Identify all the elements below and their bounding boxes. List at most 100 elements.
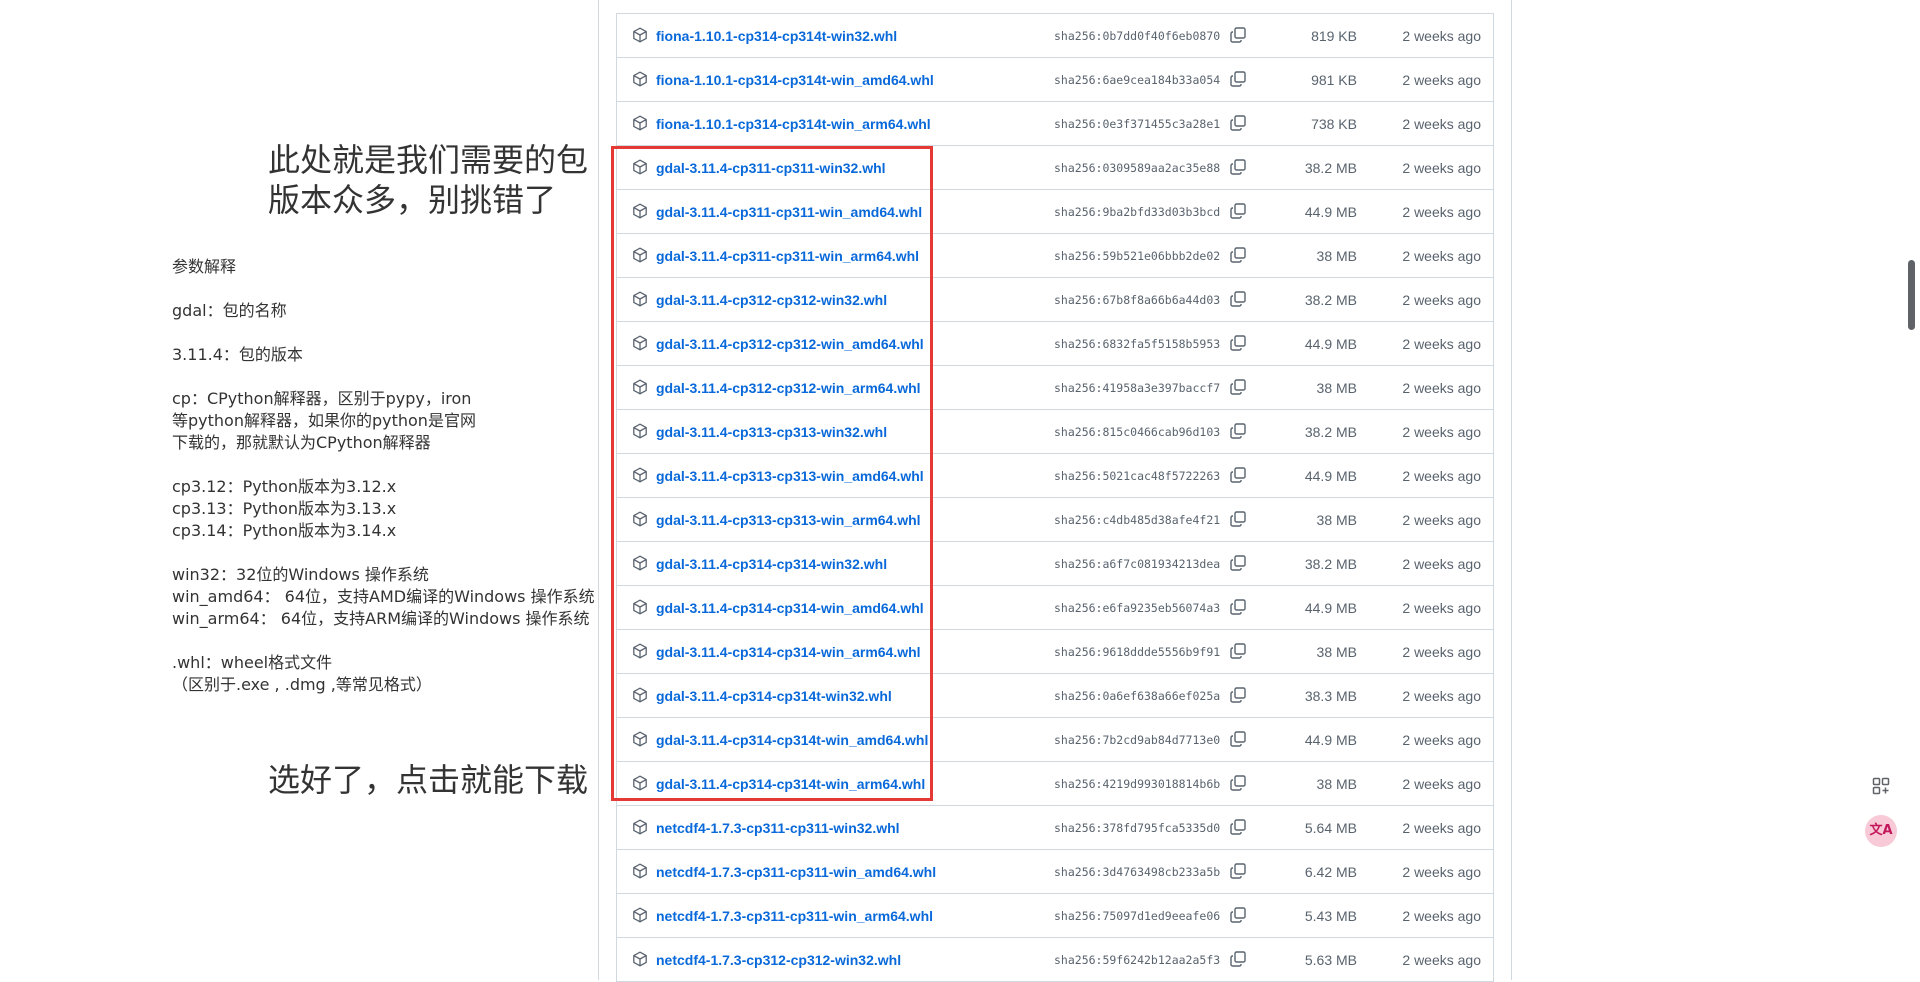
asset-date: 2 weeks ago xyxy=(1402,336,1481,352)
explanation-gap xyxy=(172,322,602,344)
asset-download-link[interactable]: gdal-3.11.4-cp312-cp312-win_amd64.whl xyxy=(656,335,924,353)
asset-size: 38.2 MB xyxy=(1304,424,1357,440)
asset-size: 6.42 MB xyxy=(1304,864,1357,880)
copy-icon[interactable] xyxy=(1229,466,1247,484)
asset-download-link[interactable]: gdal-3.11.4-cp313-cp313-win_arm64.whl xyxy=(656,511,921,529)
asset-download-link[interactable]: gdal-3.11.4-cp314-cp314t-win_arm64.whl xyxy=(656,775,925,793)
copy-icon[interactable] xyxy=(1229,906,1247,924)
asset-sha256: sha256:0309589aa2ac35e88 xyxy=(1054,161,1221,175)
explanation-line: gdal：包的名称 xyxy=(172,301,287,320)
asset-date: 2 weeks ago xyxy=(1402,72,1481,88)
asset-download-link[interactable]: fiona-1.10.1-cp314-cp314t-win_amd64.whl xyxy=(656,71,934,89)
copy-icon[interactable] xyxy=(1229,202,1247,220)
asset-size: 981 KB xyxy=(1311,72,1357,88)
asset-download-link[interactable]: gdal-3.11.4-cp313-cp313-win32.whl xyxy=(656,423,887,441)
asset-download-link[interactable]: netcdf4-1.7.3-cp311-cp311-win_amd64.whl xyxy=(656,863,936,881)
asset-row: netcdf4-1.7.3-cp312-cp312-win32.whl sha25… xyxy=(617,938,1493,982)
package-icon xyxy=(632,643,648,659)
annotation-heading: 此处就是我们需要的包 版本众多，别挑错了 xyxy=(268,140,588,220)
copy-icon[interactable] xyxy=(1229,378,1247,396)
copy-icon[interactable] xyxy=(1229,246,1247,264)
asset-sha256: sha256:4219d993018814b6b xyxy=(1054,777,1221,791)
asset-download-link[interactable]: gdal-3.11.4-cp313-cp313-win_amd64.whl xyxy=(656,467,924,485)
copy-icon[interactable] xyxy=(1229,730,1247,748)
copy-icon[interactable] xyxy=(1229,334,1247,352)
copy-icon[interactable] xyxy=(1229,70,1247,88)
copy-icon[interactable] xyxy=(1229,862,1247,880)
copy-icon[interactable] xyxy=(1229,598,1247,616)
annotation-footer: 选好了，点击就能下载 xyxy=(268,761,589,799)
asset-size: 38.3 MB xyxy=(1304,688,1357,704)
copy-icon[interactable] xyxy=(1229,818,1247,836)
asset-sha256: sha256:9618ddde5556b9f91 xyxy=(1054,645,1221,659)
explanation-line: .whl：wheel格式文件 xyxy=(172,653,333,672)
package-icon xyxy=(632,335,648,351)
copy-icon[interactable] xyxy=(1229,686,1247,704)
asset-download-link[interactable]: gdal-3.11.4-cp314-cp314-win32.whl xyxy=(656,555,887,573)
asset-row: gdal-3.11.4-cp312-cp312-win32.whl sha256:… xyxy=(617,278,1493,322)
asset-date: 2 weeks ago xyxy=(1402,776,1481,792)
explanation-gap xyxy=(172,454,602,476)
asset-date: 2 weeks ago xyxy=(1402,116,1481,132)
asset-sha256: sha256:6ae9cea184b33a054 xyxy=(1054,73,1221,87)
asset-size: 738 KB xyxy=(1311,116,1357,132)
asset-download-link[interactable]: gdal-3.11.4-cp314-cp314-win_amd64.whl xyxy=(656,599,924,617)
asset-download-link[interactable]: netcdf4-1.7.3-cp311-cp311-win_arm64.whl xyxy=(656,907,933,925)
asset-sha256: sha256:41958a3e397baccf7 xyxy=(1054,381,1221,395)
asset-sha256: sha256:a6f7c081934213dea xyxy=(1054,557,1221,571)
asset-row: fiona-1.10.1-cp314-cp314t-win_arm64.whl s… xyxy=(617,102,1493,146)
scrollbar-thumb[interactable] xyxy=(1908,260,1915,330)
package-icon xyxy=(632,467,648,483)
asset-download-link[interactable]: gdal-3.11.4-cp312-cp312-win32.whl xyxy=(656,291,887,309)
asset-download-link[interactable]: gdal-3.11.4-cp311-cp311-win_amd64.whl xyxy=(656,203,922,221)
asset-sha256: sha256:378fd795fca5335d0 xyxy=(1054,821,1221,835)
asset-row: netcdf4-1.7.3-cp311-cp311-win_arm64.whl s… xyxy=(617,894,1493,938)
copy-icon[interactable] xyxy=(1229,642,1247,660)
asset-date: 2 weeks ago xyxy=(1402,28,1481,44)
copy-icon[interactable] xyxy=(1229,950,1247,968)
package-icon xyxy=(632,115,648,131)
asset-size: 44.9 MB xyxy=(1304,204,1357,220)
asset-date: 2 weeks ago xyxy=(1402,864,1481,880)
asset-row: gdal-3.11.4-cp312-cp312-win_arm64.whl sha… xyxy=(617,366,1493,410)
asset-download-link[interactable]: fiona-1.10.1-cp314-cp314t-win32.whl xyxy=(656,27,897,45)
package-icon xyxy=(632,159,648,175)
explanation-line: win_amd64： 64位，支持AMD编译的Windows 操作系统 xyxy=(172,587,595,606)
copy-icon[interactable] xyxy=(1229,290,1247,308)
copy-icon[interactable] xyxy=(1229,158,1247,176)
asset-size: 38.2 MB xyxy=(1304,556,1357,572)
explanation-line: win_arm64： 64位，支持ARM编译的Windows 操作系统 xyxy=(172,609,590,628)
asset-download-link[interactable]: gdal-3.11.4-cp314-cp314t-win32.whl xyxy=(656,687,892,705)
asset-date: 2 weeks ago xyxy=(1402,292,1481,308)
asset-sha256: sha256:c4db485d38afe4f21 xyxy=(1054,513,1221,527)
asset-download-link[interactable]: netcdf4-1.7.3-cp312-cp312-win32.whl xyxy=(656,951,901,969)
asset-row: gdal-3.11.4-cp313-cp313-win_amd64.whl sha… xyxy=(617,454,1493,498)
copy-icon[interactable] xyxy=(1229,774,1247,792)
asset-sha256: sha256:e6fa9235eb56074a3 xyxy=(1054,601,1221,615)
package-icon xyxy=(632,599,648,615)
asset-download-link[interactable]: gdal-3.11.4-cp314-cp314t-win_amd64.whl xyxy=(656,731,928,749)
copy-icon[interactable] xyxy=(1229,422,1247,440)
explanation-line: win32：32位的Windows 操作系统 xyxy=(172,565,429,584)
asset-download-link[interactable]: gdal-3.11.4-cp314-cp314-win_arm64.whl xyxy=(656,643,921,661)
asset-date: 2 weeks ago xyxy=(1402,952,1481,968)
asset-download-link[interactable]: netcdf4-1.7.3-cp311-cp311-win32.whl xyxy=(656,819,900,837)
apps-add-icon[interactable] xyxy=(1865,770,1897,802)
copy-icon[interactable] xyxy=(1229,114,1247,132)
asset-download-link[interactable]: fiona-1.10.1-cp314-cp314t-win_arm64.whl xyxy=(656,115,931,133)
copy-icon[interactable] xyxy=(1229,510,1247,528)
asset-download-link[interactable]: gdal-3.11.4-cp311-cp311-win32.whl xyxy=(656,159,886,177)
asset-download-link[interactable]: gdal-3.11.4-cp311-cp311-win_arm64.whl xyxy=(656,247,919,265)
explanation-line: 等python解释器，如果你的python是官网 xyxy=(172,411,476,430)
asset-date: 2 weeks ago xyxy=(1402,732,1481,748)
copy-icon[interactable] xyxy=(1229,26,1247,44)
asset-sha256: sha256:7b2cd9ab84d7713e0 xyxy=(1054,733,1221,747)
copy-icon[interactable] xyxy=(1229,554,1247,572)
asset-sha256: sha256:59f6242b12aa2a5f3 xyxy=(1054,953,1221,967)
asset-date: 2 weeks ago xyxy=(1402,556,1481,572)
explanation-line: （区别于.exe , .dmg ,等常见格式） xyxy=(172,675,432,694)
translate-icon[interactable]: 文A xyxy=(1865,815,1897,847)
asset-download-link[interactable]: gdal-3.11.4-cp312-cp312-win_arm64.whl xyxy=(656,379,921,397)
asset-row: gdal-3.11.4-cp311-cp311-win32.whl sha256:… xyxy=(617,146,1493,190)
asset-row: gdal-3.11.4-cp312-cp312-win_amd64.whl sha… xyxy=(617,322,1493,366)
